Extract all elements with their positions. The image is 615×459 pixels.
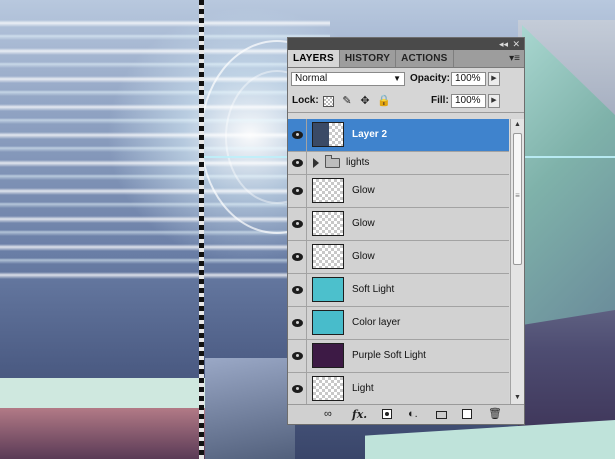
layer-row[interactable]: Glow — [288, 241, 509, 274]
layer-name: Soft Light — [352, 284, 395, 295]
layer-row[interactable]: Glow — [288, 175, 509, 208]
lock-transparency-icon[interactable] — [323, 96, 334, 107]
adjustment-layer-icon[interactable]: ◐. — [408, 408, 418, 421]
visibility-eye-icon[interactable] — [288, 340, 307, 372]
panel-menu-icon[interactable]: ▾≡ — [509, 50, 520, 67]
layer-thumbnail[interactable] — [312, 277, 344, 302]
fill-label: Fill: — [431, 95, 449, 106]
scroll-thumb[interactable] — [513, 133, 522, 265]
marquee-selection-edge — [199, 0, 204, 459]
panel-tabs: LAYERS HISTORY ACTIONS ▾≡ — [288, 50, 524, 68]
layer-group-row[interactable]: lights — [288, 152, 509, 175]
new-group-folder-icon[interactable] — [436, 411, 447, 419]
layer-row[interactable]: Glow — [288, 208, 509, 241]
visibility-eye-icon[interactable] — [288, 152, 307, 174]
lock-all-padlock-icon[interactable]: 🔒 — [377, 95, 391, 107]
panel-titlebar[interactable]: ◂◂ ✕ — [288, 38, 524, 50]
layer-thumbnail[interactable] — [312, 211, 344, 236]
layer-thumbnail[interactable] — [312, 310, 344, 335]
dropdown-arrow-icon: ▼ — [393, 74, 401, 83]
fill-slider-arrow-icon[interactable]: ▶ — [488, 94, 500, 108]
layer-name: Glow — [352, 185, 375, 196]
expand-triangle-icon[interactable] — [313, 158, 319, 168]
layer-thumbnail[interactable] — [312, 244, 344, 269]
layer-list: Layer 2 lights Glow Glow Glow Soft Light Color… — [288, 119, 509, 404]
floor-shadow — [0, 408, 205, 459]
tab-history[interactable]: HISTORY — [340, 50, 397, 67]
layer-row[interactable]: Layer 2 — [288, 119, 509, 152]
lock-fill-row: Lock: ✎ ✥ 🔒 Fill: 100% ▶ — [288, 90, 524, 113]
visibility-eye-icon[interactable] — [288, 175, 307, 207]
layer-name: Purple Soft Light — [352, 350, 426, 361]
opacity-label: Opacity: — [410, 73, 451, 84]
floor-mid — [205, 358, 295, 459]
visibility-eye-icon[interactable] — [288, 241, 307, 273]
tab-actions[interactable]: ACTIONS — [396, 50, 454, 67]
scroll-up-arrow-icon[interactable]: ▲ — [511, 119, 524, 131]
collapse-icon[interactable]: ◂◂ — [499, 38, 508, 50]
opacity-input[interactable]: 100% — [451, 72, 486, 86]
layer-name: Glow — [352, 251, 375, 262]
layer-name: Layer 2 — [352, 129, 388, 140]
link-layers-icon[interactable]: ∞ — [324, 408, 332, 421]
tab-layers[interactable]: LAYERS — [288, 50, 340, 67]
layer-thumbnail[interactable] — [312, 376, 344, 401]
scroll-down-arrow-icon[interactable]: ▼ — [511, 392, 524, 404]
new-layer-icon[interactable] — [462, 409, 472, 419]
visibility-eye-icon[interactable] — [288, 274, 307, 306]
lock-pixels-brush-icon[interactable]: ✎ — [341, 95, 353, 107]
layer-row[interactable]: Purple Soft Light — [288, 340, 509, 373]
blend-mode-value: Normal — [295, 73, 328, 84]
trash-delete-icon[interactable]: 🗑 — [488, 408, 502, 421]
opacity-slider-arrow-icon[interactable]: ▶ — [488, 72, 500, 86]
panel-footer-toolbar: ∞ fx. ◐. 🗑 — [288, 404, 524, 424]
blend-opacity-row: Normal ▼ Opacity: 100% ▶ — [288, 68, 524, 90]
visibility-eye-icon[interactable] — [288, 208, 307, 240]
layer-name: Light — [352, 383, 374, 394]
layers-panel: ◂◂ ✕ LAYERS HISTORY ACTIONS ▾≡ Normal ▼ Opa… — [287, 37, 525, 425]
lock-position-move-icon[interactable]: ✥ — [359, 95, 371, 107]
lock-label: Lock: — [292, 95, 319, 106]
fill-input[interactable]: 100% — [451, 94, 486, 108]
visibility-eye-icon[interactable] — [288, 119, 307, 151]
layer-row[interactable]: Color layer — [288, 307, 509, 340]
layer-thumbnail[interactable] — [312, 343, 344, 368]
add-mask-icon[interactable] — [382, 409, 392, 419]
fx-layer-style-icon[interactable]: fx. — [352, 408, 367, 421]
layer-row[interactable]: Light — [288, 373, 509, 404]
floor-highlight — [0, 378, 205, 408]
layer-thumbnail[interactable] — [312, 122, 344, 147]
blend-mode-select[interactable]: Normal ▼ — [291, 72, 405, 86]
layer-thumbnail[interactable] — [312, 178, 344, 203]
layer-name: lights — [346, 157, 370, 168]
close-icon[interactable]: ✕ — [512, 38, 520, 50]
layer-row[interactable]: Soft Light — [288, 274, 509, 307]
visibility-eye-icon[interactable] — [288, 307, 307, 339]
layer-list-scrollbar[interactable]: ▲ ▼ — [510, 119, 524, 404]
layer-name: Glow — [352, 218, 375, 229]
layer-name: Color layer — [352, 317, 401, 328]
folder-icon — [325, 155, 340, 168]
visibility-eye-icon[interactable] — [288, 373, 307, 404]
